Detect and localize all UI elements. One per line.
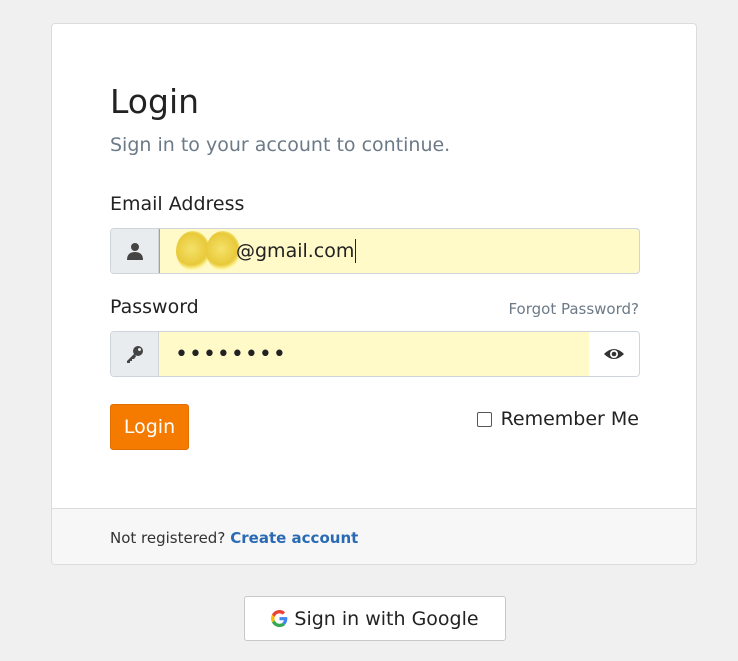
- password-label: Password: [110, 296, 199, 318]
- user-icon: [111, 229, 159, 273]
- password-field[interactable]: ••••••••: [159, 332, 589, 376]
- not-registered-text: Not registered?: [110, 528, 226, 547]
- google-sign-in-label: Sign in with Google: [294, 607, 479, 630]
- redacted-blob: [206, 231, 240, 271]
- login-button[interactable]: Login: [110, 404, 189, 450]
- google-sign-in-button[interactable]: Sign in with Google: [244, 596, 506, 641]
- password-input-group: ••••••••: [110, 331, 640, 377]
- page: Login Sign in to your account to continu…: [0, 0, 738, 661]
- email-value: @gmail.com: [236, 240, 355, 262]
- redacted-blob: [176, 231, 210, 271]
- remember-me-label: Remember Me: [500, 408, 639, 430]
- login-card-body: Login Sign in to your account to continu…: [52, 24, 696, 508]
- create-account-link[interactable]: Create account: [230, 529, 358, 547]
- google-g-icon: [271, 610, 288, 627]
- email-field[interactable]: @gmail.com: [159, 229, 639, 273]
- email-input-group: @gmail.com: [110, 228, 640, 274]
- key-icon: [111, 332, 159, 376]
- login-card: Login Sign in to your account to continu…: [51, 23, 697, 565]
- forgot-password-link[interactable]: Forgot Password?: [508, 300, 639, 318]
- remember-me[interactable]: Remember Me: [476, 408, 639, 430]
- page-subtitle: Sign in to your account to continue.: [110, 134, 451, 156]
- email-label: Email Address: [110, 193, 245, 215]
- page-title: Login: [110, 82, 200, 121]
- remember-me-checkbox[interactable]: [476, 411, 492, 427]
- card-footer: Not registered? Create account: [52, 508, 696, 564]
- eye-icon[interactable]: [589, 332, 639, 376]
- text-caret: [355, 239, 357, 263]
